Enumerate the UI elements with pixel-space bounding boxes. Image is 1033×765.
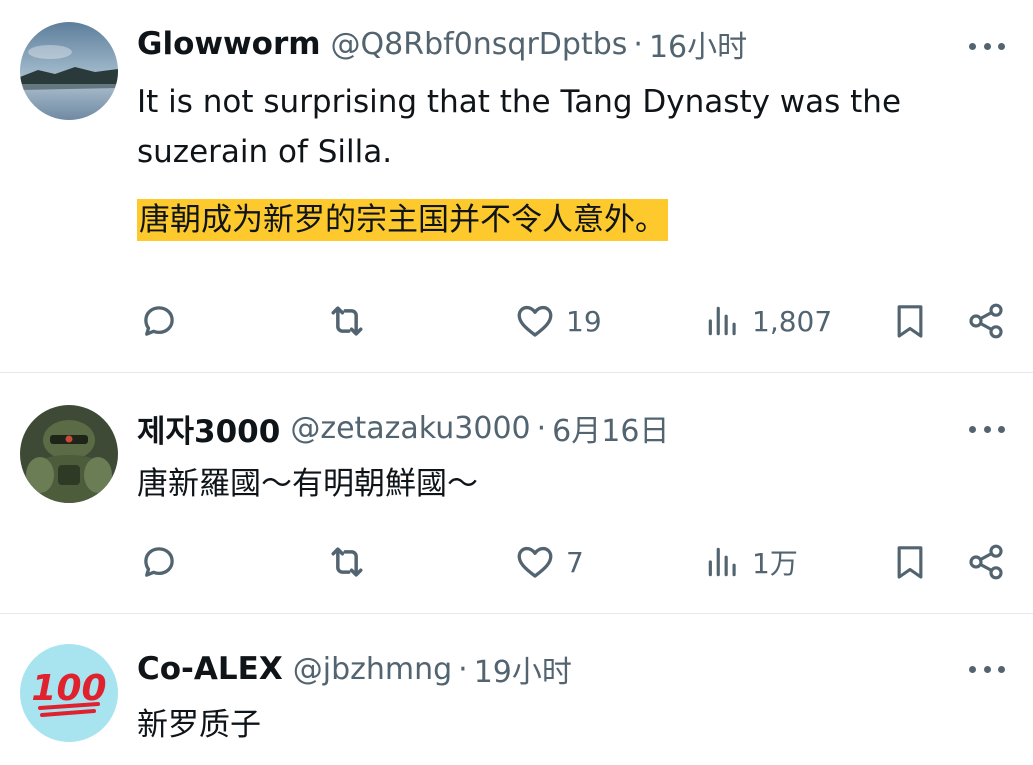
tweet-text: It is not surprising that the Tang Dynas… [137,77,901,177]
display-name[interactable]: 제자3000 [137,406,280,451]
like-count: 19 [566,304,602,338]
retweet-icon [331,306,363,336]
bookmark-button[interactable] [890,296,930,346]
hundred-points-emoji-avatar-icon: 100 [20,644,118,742]
retweet-icon [331,547,363,577]
reply-icon [144,306,174,336]
user-handle[interactable]: @Q8Rbf0nsqrDptbs [331,27,628,62]
separator-dot: · [633,26,643,62]
tweet-text-line: suzerain of Silla. [137,134,393,170]
tweet-text: 唐新羅國～有明朝鮮國～ [137,459,478,509]
separator-dot: · [458,651,468,687]
heart-icon [517,546,553,578]
views-icon [708,306,736,336]
share-button[interactable] [966,296,1006,346]
translation-highlight: 唐朝成为新罗的宗主国并不令人意外。 [137,199,668,241]
lake-landscape-avatar-icon [20,22,118,120]
retweet-button[interactable] [325,537,369,587]
views-button[interactable]: 1万 [704,537,798,587]
user-handle[interactable]: @zetazaku3000 [290,411,530,446]
heart-icon [517,305,553,337]
tweet-text-line: It is not surprising that the Tang Dynas… [137,84,902,120]
tweet-header: Glowworm @Q8Rbf0nsqrDptbs · 16小时 [137,22,747,66]
tweet-text-line: 新罗质子 [137,707,261,743]
like-count: 7 [566,545,584,579]
avatar[interactable] [20,405,118,503]
user-handle[interactable]: @jbzhmng [293,652,452,687]
bookmark-button[interactable] [890,537,930,587]
view-count: 1万 [752,547,798,580]
separator-dot: · [536,410,547,446]
views-button[interactable]: 1,807 [704,296,832,346]
reply-button[interactable] [138,296,180,346]
tweet-3[interactable]: 100 Co-ALEX @jbzhmng · 19小时 新罗质子 [0,614,1033,765]
share-button[interactable] [966,537,1006,587]
robot-avatar-icon [20,405,118,503]
like-button[interactable]: 19 [514,296,602,346]
share-icon [969,544,1003,580]
share-icon [969,303,1003,339]
retweet-button[interactable] [325,296,369,346]
bookmark-icon [897,546,923,579]
display-name[interactable]: Glowworm [137,26,321,62]
avatar[interactable]: 100 [20,644,118,742]
tweet-header: 제자3000 @zetazaku3000 · 6月16日 [137,406,669,451]
timestamp[interactable]: 16小时 [649,22,747,66]
bookmark-icon [897,305,923,338]
display-name[interactable]: Co-ALEX [137,651,283,687]
reply-button[interactable] [138,537,180,587]
more-icon[interactable] [969,659,1005,679]
tweet-actions: 7 1万 [0,537,1033,587]
tweet-text-line: 唐新羅國～有明朝鮮國～ [137,466,478,502]
more-icon[interactable] [969,36,1005,56]
view-count: 1,807 [752,304,833,338]
tweet-actions: 19 1,807 [0,296,1033,346]
timestamp[interactable]: 6月16日 [552,406,669,450]
tweet-2[interactable]: 제자3000 @zetazaku3000 · 6月16日 唐新羅國～有明朝鮮國～… [0,373,1033,612]
avatar[interactable] [20,22,118,120]
more-icon[interactable] [969,419,1005,439]
tweet-text: 新罗质子 [137,700,261,750]
views-icon [708,547,736,577]
like-button[interactable]: 7 [514,537,584,587]
timestamp[interactable]: 19小时 [474,647,572,691]
tweet-1[interactable]: Glowworm @Q8Rbf0nsqrDptbs · 16小时 It is n… [0,0,1033,372]
tweet-header: Co-ALEX @jbzhmng · 19小时 [137,647,572,691]
reply-icon [144,547,174,577]
